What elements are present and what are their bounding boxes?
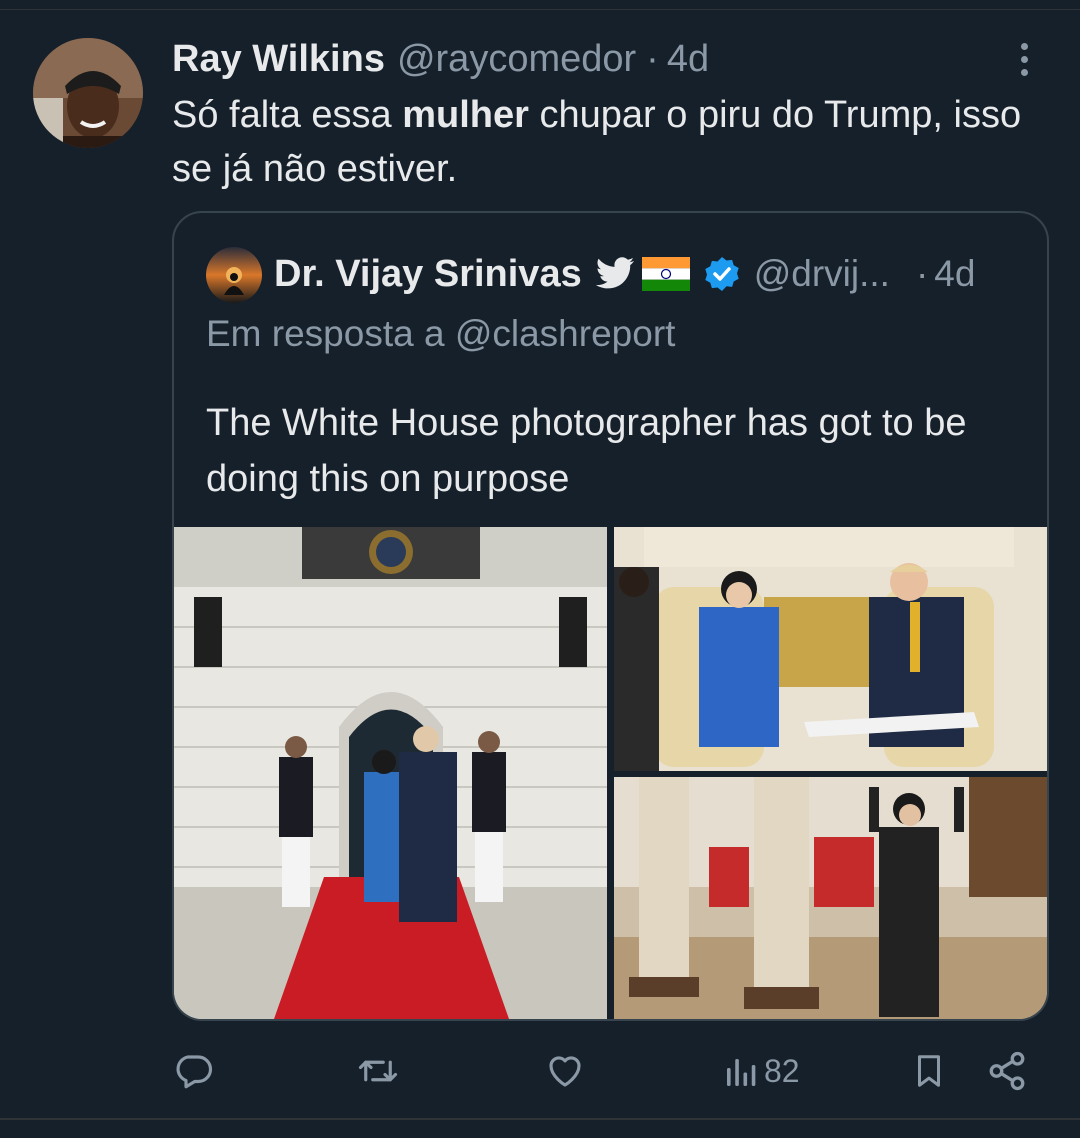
heart-icon	[543, 1050, 587, 1092]
replying-to-label[interactable]: Em resposta a @clashreport	[206, 313, 675, 355]
verified-badge-icon	[704, 256, 740, 292]
tweet-text-bold: mulher	[402, 94, 529, 136]
twitter-bird-icon	[595, 257, 636, 291]
tweet-text: Só falta essa mulher chupar o piru do Tr…	[172, 88, 1052, 196]
bookmark-icon	[910, 1050, 948, 1092]
separator-dot: ·	[915, 253, 929, 294]
author-name[interactable]: Ray Wilkins	[172, 38, 385, 81]
quoted-tweet-text: The White House photographer has got to …	[206, 402, 967, 500]
views-icon	[724, 1053, 760, 1089]
quoted-tweet-header: Dr. Vijay Srinivas @drvij... · 4d	[274, 249, 975, 299]
photo-grid	[174, 527, 1047, 1019]
author-handle[interactable]: @raycomedor	[397, 38, 636, 81]
bottom-divider	[0, 1118, 1080, 1120]
reply-icon	[172, 1050, 214, 1092]
share-button[interactable]	[986, 1048, 1028, 1094]
quoted-author-name[interactable]: Dr. Vijay Srinivas	[274, 253, 582, 296]
photo-white-house-entrance[interactable]	[174, 527, 607, 1019]
retweet-button[interactable]	[356, 1048, 400, 1094]
tweet-text-part: Só falta essa	[172, 94, 403, 136]
quoted-author-avatar[interactable]	[206, 247, 262, 303]
photo-celebration-room[interactable]	[614, 777, 1047, 1019]
share-icon	[986, 1050, 1028, 1092]
separator-dot: ·	[646, 37, 659, 80]
like-button[interactable]	[543, 1048, 587, 1094]
retweet-icon	[356, 1050, 400, 1092]
views-count: 82	[764, 1052, 800, 1089]
author-avatar[interactable]	[33, 38, 143, 148]
quoted-timestamp[interactable]: 4d	[934, 253, 975, 295]
quoted-tweet-card[interactable]: Dr. Vijay Srinivas @drvij... · 4d Em res…	[172, 211, 1049, 1021]
bookmark-button[interactable]	[910, 1048, 948, 1094]
photo-seated-meeting[interactable]	[614, 527, 1047, 771]
tweet-actions-bar: 82	[0, 1040, 1080, 1102]
reply-button[interactable]	[172, 1048, 214, 1094]
india-flag-icon	[641, 257, 690, 291]
top-divider	[0, 9, 1080, 10]
views-button[interactable]: 82	[724, 1048, 800, 1094]
quoted-author-handle[interactable]: @drvij...	[754, 253, 890, 295]
tweet-header: Ray Wilkins @raycomedor · 4d	[172, 36, 709, 82]
more-options-icon[interactable]	[1012, 40, 1036, 80]
tweet-timestamp[interactable]: 4d	[667, 38, 709, 81]
